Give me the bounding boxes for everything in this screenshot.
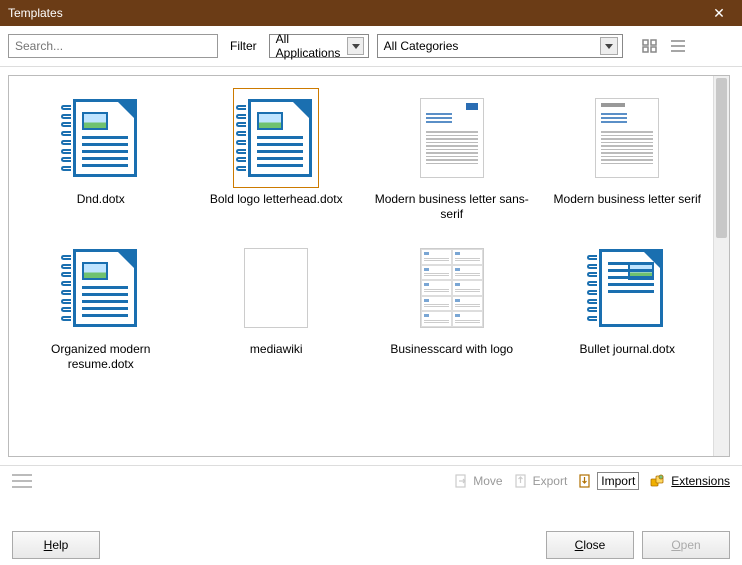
toolbar: Filter All Applications All Categories: [0, 26, 742, 67]
categories-combo-value: All Categories: [384, 39, 459, 53]
close-button[interactable]: Close: [546, 531, 634, 559]
chevron-down-icon[interactable]: [600, 37, 618, 55]
template-thumbnail[interactable]: [584, 238, 670, 338]
template-name: Bold logo letterhead.dotx: [210, 192, 343, 207]
template-item[interactable]: Bold logo letterhead.dotx: [189, 80, 365, 230]
template-name: Modern business letter sans-serif: [372, 192, 532, 222]
footer-buttons: Help Close Open: [12, 531, 730, 559]
template-item[interactable]: Modern business letter sans-serif: [364, 80, 540, 230]
template-item[interactable]: Bullet journal.dotx: [540, 230, 716, 380]
footer: Move Export Import Extensions Help Close…: [0, 465, 742, 565]
extensions-button[interactable]: Extensions: [649, 473, 730, 489]
template-thumbnail[interactable]: [233, 88, 319, 188]
chevron-down-icon[interactable]: [347, 37, 363, 55]
template-name: Modern business letter serif: [554, 192, 701, 207]
applications-combo[interactable]: All Applications: [269, 34, 369, 58]
scrollbar[interactable]: [713, 76, 729, 456]
template-item[interactable]: mediawiki: [189, 230, 365, 380]
import-button[interactable]: Import: [577, 472, 639, 490]
export-button: Export: [513, 473, 568, 489]
titlebar: Templates ✕: [0, 0, 742, 26]
content-area: Dnd.dotx Bold logo letterhead.dotx Modern …: [0, 67, 742, 465]
filter-label: Filter: [226, 39, 261, 53]
export-label: Export: [533, 474, 568, 488]
template-name: Dnd.dotx: [77, 192, 125, 207]
template-name: Bullet journal.dotx: [580, 342, 675, 357]
template-thumbnail[interactable]: [58, 238, 144, 338]
template-thumbnail[interactable]: [584, 88, 670, 188]
template-name: Businesscard with logo: [390, 342, 513, 357]
close-icon[interactable]: ✕: [704, 5, 734, 22]
move-button: Move: [453, 473, 502, 489]
menu-icon[interactable]: [12, 474, 32, 488]
template-item[interactable]: Dnd.dotx: [13, 80, 189, 230]
template-item[interactable]: Businesscard with logo: [364, 230, 540, 380]
search-input[interactable]: [8, 34, 218, 58]
template-thumbnail[interactable]: [233, 238, 319, 338]
template-name: mediawiki: [250, 342, 303, 357]
template-item[interactable]: Organized modern resume.dotx: [13, 230, 189, 380]
move-label: Move: [473, 474, 502, 488]
template-thumbnail[interactable]: [409, 88, 495, 188]
grid-view-icon[interactable]: [639, 36, 661, 56]
categories-combo[interactable]: All Categories: [377, 34, 623, 58]
footer-actions: Move Export Import Extensions: [12, 472, 730, 490]
open-button: Open: [642, 531, 730, 559]
list-view-icon[interactable]: [667, 36, 689, 56]
template-grid: Dnd.dotx Bold logo letterhead.dotx Modern …: [9, 76, 729, 384]
window-title: Templates: [8, 6, 704, 20]
import-label: Import: [597, 472, 639, 490]
applications-combo-value: All Applications: [276, 32, 348, 60]
template-thumbnail[interactable]: [58, 88, 144, 188]
help-button[interactable]: Help: [12, 531, 100, 559]
extensions-label: Extensions: [671, 474, 730, 488]
template-name: Organized modern resume.dotx: [21, 342, 181, 372]
scrollbar-thumb[interactable]: [716, 78, 727, 238]
template-item[interactable]: Modern business letter serif: [540, 80, 716, 230]
template-thumbnail[interactable]: [409, 238, 495, 338]
template-scrollpane: Dnd.dotx Bold logo letterhead.dotx Modern …: [8, 75, 730, 457]
